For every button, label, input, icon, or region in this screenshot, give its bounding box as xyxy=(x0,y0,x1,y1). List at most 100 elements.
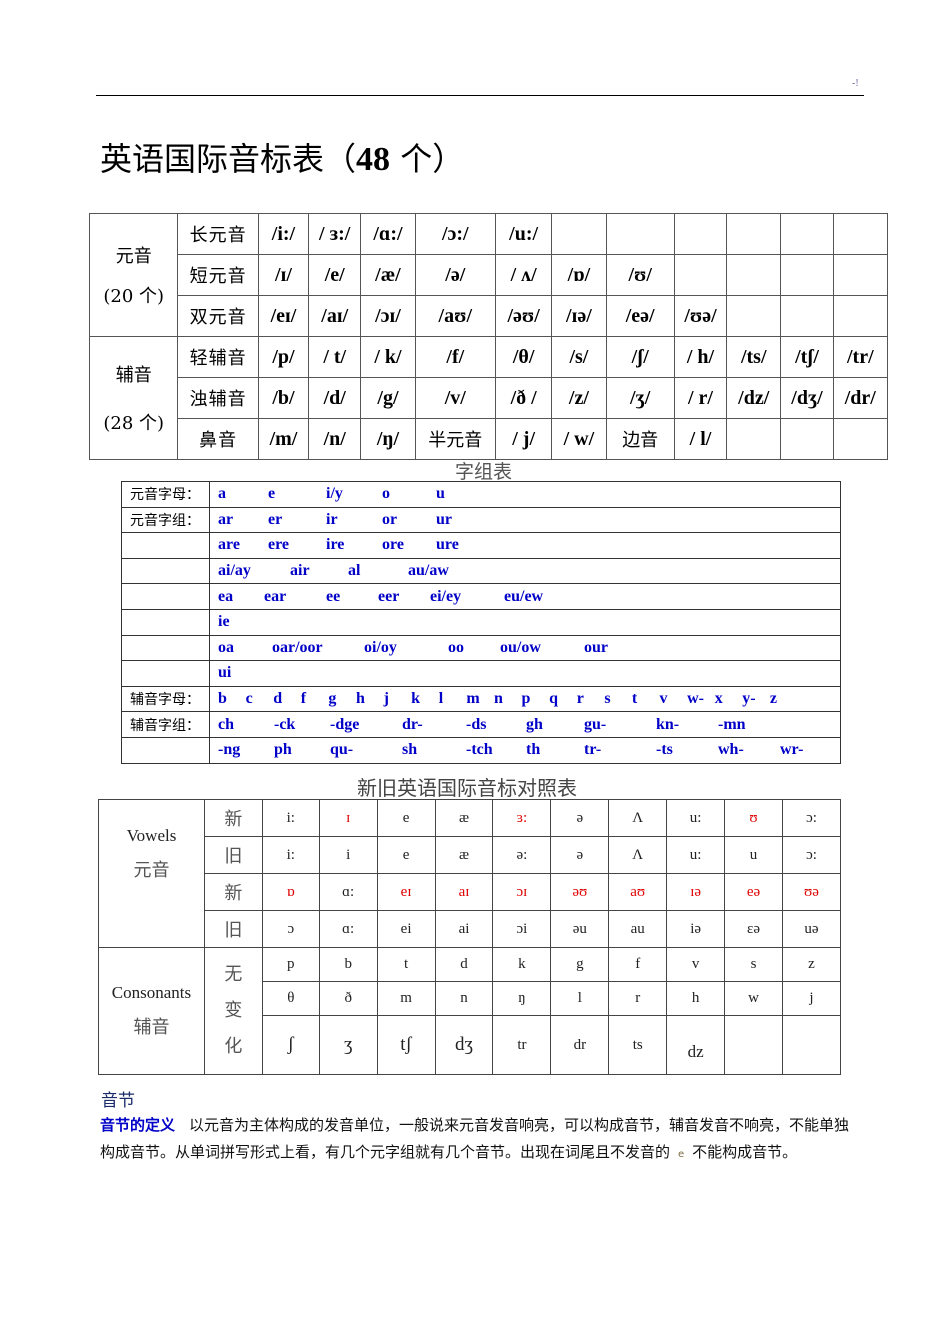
ipa-symbol xyxy=(832,213,889,255)
ipa-symbol: /aɪ/ xyxy=(308,295,362,337)
unchanged-char: 无 xyxy=(224,964,243,985)
ipa-row: 辅音 (28 个) 轻辅音/p// t// k//f//θ//s//ʃ// h//t… xyxy=(88,336,889,460)
letter-group: eu/ew xyxy=(504,587,544,605)
phonetic-symbol: ts xyxy=(608,1015,668,1075)
phonetic-symbol: p xyxy=(261,947,320,982)
ipa-symbol xyxy=(832,418,889,460)
letter-group: f xyxy=(300,690,307,708)
letter-group: oo xyxy=(448,638,464,656)
comparison-table: Vowels 元音新 i: ɪ e æ ɜ: ə Λu: ʊ ɔ: 旧 i: i e æ ə: ə Λu: u ɔ: 新 ɒ… xyxy=(98,799,842,1075)
phonetic-symbol: m xyxy=(376,981,436,1016)
ipa-symbol xyxy=(673,213,728,255)
phonetic-symbol: dr xyxy=(550,1015,610,1075)
letter-group: g xyxy=(328,690,337,708)
definition-term: 音节的定义 xyxy=(100,1116,176,1134)
letter-group: -ds xyxy=(466,715,487,733)
unchanged-label-cell: 无变化 xyxy=(203,947,263,1075)
phonetic-symbol: ɑ: xyxy=(318,910,378,948)
phonetic-symbol: l xyxy=(550,981,610,1016)
groups-table-title: 字组表 xyxy=(455,461,513,483)
group-row: oa oar/oor oi/oy oo ou/ow our xyxy=(121,634,841,662)
phonetic-symbol: ɔi xyxy=(492,910,552,948)
compare-table-title: 新旧英语国际音标对照表 xyxy=(357,776,577,800)
group-row: -ng ph qu-sh -tch th tr- -ts wh-wr- xyxy=(121,736,841,764)
compare-vowel-row: 旧 i: i e æ ə: ə Λu: u ɔ: xyxy=(99,836,842,874)
vowels-header-cell: Vowels 元音 xyxy=(98,799,205,948)
section-heading-syllable: 音节 xyxy=(101,1091,135,1111)
phonetic-symbol xyxy=(781,1015,842,1075)
phonetic-symbol: əu xyxy=(550,910,610,948)
group-row-values: are ere ire ore ure xyxy=(209,532,841,559)
letter-groups-table: 元音字母： a e i/y o u 元音字组： ar er ir or ur are ere ire ore u… xyxy=(121,481,841,764)
ipa-symbol: / r/ xyxy=(673,377,728,419)
letter-group: y- xyxy=(742,690,756,708)
phonetic-symbol: au xyxy=(608,910,668,948)
vowel-count: (20 个) xyxy=(103,286,165,307)
title-count: 48 xyxy=(356,141,391,178)
group-row: 辅音字组： ch -ck -dge dr- -ds gh gu-kn- -mn xyxy=(121,711,841,738)
ipa-row: 元音 (20 个) 长元音/i:// ɜ://ɑ://ɔ://u:/ xyxy=(88,213,889,337)
phonetic-symbol: r xyxy=(608,981,668,1016)
phonetic-symbol: əʊ xyxy=(550,873,610,911)
consonant-count: (28 个) xyxy=(103,413,165,434)
letter-group: d xyxy=(273,690,283,708)
ipa-symbol xyxy=(832,295,889,337)
letter-group: o xyxy=(382,485,390,503)
phonetic-symbol: u: xyxy=(666,799,726,837)
group-row-values: b c d f g h j k l m n p q r s t v w-x y-z xyxy=(209,685,841,713)
group-row-values: ai/ay air al au/aw xyxy=(209,557,841,585)
ipa-symbol: /n/ xyxy=(308,418,362,460)
phonetic-symbol: s xyxy=(724,947,783,982)
letter-group: l xyxy=(438,690,444,708)
letter-group: i/y xyxy=(326,485,343,503)
ipa-symbol xyxy=(832,254,889,296)
phonetic-symbol: æ xyxy=(434,836,494,874)
ipa-symbol xyxy=(551,213,607,255)
phonetic-symbol: ɔ: xyxy=(781,836,842,874)
ipa-table: 元音 (20 个) 长元音/i:// ɜ://ɑ://ɔ://u:/短元音/ɪ//e… xyxy=(88,213,889,460)
letter-group: a xyxy=(218,485,226,503)
ipa-symbol: /g/ xyxy=(360,377,416,419)
letter-group: p xyxy=(521,690,531,708)
ipa-symbol xyxy=(780,418,834,460)
ipa-symbol: /dʒ/ xyxy=(780,377,834,419)
letter-group: kn- xyxy=(656,715,680,733)
ipa-symbol: /ɪə/ xyxy=(551,295,607,337)
ipa-symbol: /ə/ xyxy=(414,254,496,296)
phonetic-symbol: i: xyxy=(261,799,320,837)
letter-group: x xyxy=(714,690,723,708)
letter-group: j xyxy=(383,690,389,708)
phonetic-symbol: v xyxy=(666,947,726,982)
phonetic-symbol xyxy=(724,1015,783,1075)
ipa-symbol: / h/ xyxy=(673,336,728,378)
compare-vowel-row: 新 ɒ ɑ: eɪ aɪ ɔɪ əʊ aʊ ɪə eə ʊə xyxy=(99,873,842,911)
letter-group: -ts xyxy=(656,741,673,759)
silent-letter: e xyxy=(678,1149,685,1160)
ipa-symbol xyxy=(726,254,782,296)
letter-group: r xyxy=(576,690,584,708)
letter-group: ei/ey xyxy=(430,587,462,605)
phonetic-symbol: dʒ xyxy=(434,1015,494,1075)
letter-group: er xyxy=(268,510,283,528)
letter-group: n xyxy=(493,690,503,708)
ipa-row: 鼻音/m//n//ŋ/半元音 / j// w/边音 / l/ xyxy=(90,418,889,460)
letter-group: c xyxy=(245,690,253,708)
ipa-symbol: /tʃ/ xyxy=(780,336,834,378)
phonetic-symbol: aɪ xyxy=(434,873,494,911)
letter-group: q xyxy=(549,690,559,708)
group-row-values: ea ear ee eer ei/ey eu/ew xyxy=(209,583,841,610)
consonants-en: Consonants xyxy=(111,983,192,1002)
ipa-symbol: /ʊə/ xyxy=(673,295,728,337)
letter-group: ar xyxy=(218,510,234,528)
phonetic-symbol: e xyxy=(376,799,436,837)
unchanged-char: 化 xyxy=(224,1036,243,1057)
phonetic-symbol: ɑ: xyxy=(318,873,378,911)
group-row-values: a e i/y o u xyxy=(209,481,841,508)
ipa-symbol: /əʊ/ xyxy=(494,295,553,337)
ipa-row-label: 鼻音 xyxy=(177,418,259,460)
group-row-label xyxy=(121,583,210,610)
group-row-values: ui xyxy=(209,660,841,687)
page-title: 英语国际音标表（48 个） xyxy=(100,134,464,180)
letter-group: are xyxy=(218,536,240,554)
phonetic-symbol: ŋ xyxy=(492,981,552,1016)
